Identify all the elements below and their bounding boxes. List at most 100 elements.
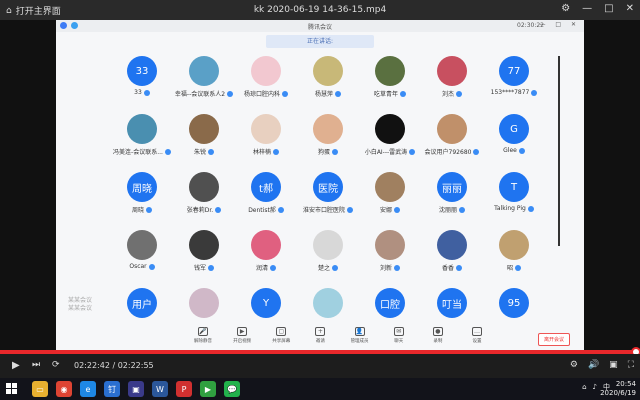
participant-tile[interactable]: 小白AI---雷武涛 [360,114,420,156]
fullscreen-icon[interactable]: ⛶ [628,360,634,370]
edge-icon[interactable]: e [80,381,96,397]
participant-tile[interactable]: 楚之 [298,230,358,272]
participant-tile[interactable]: 周晓 周晓 [112,172,172,214]
toolbar-button[interactable]: ✉ 聊天 [386,327,412,349]
avatar: Y [251,288,281,318]
participant-name: 张春莉Dr. [186,207,214,214]
settings-icon[interactable]: ⚙ [570,360,578,370]
participant-tile[interactable]: 会议用户792680 [422,114,482,156]
player-icon[interactable]: ▶ [200,381,216,397]
participant-tile[interactable]: 冯美连-会议联系... [112,114,172,156]
play-icon[interactable]: ▶ [12,360,20,371]
loop-icon[interactable]: ⟳ [52,360,60,370]
participant-tile[interactable]: Y [236,288,296,318]
participant-tile[interactable]: 口腔 [360,288,420,318]
camera-app-icon[interactable]: ▣ [128,381,144,397]
participant-name: 吃草青年 [373,91,398,98]
volume-icon[interactable]: 🔊 [588,360,599,370]
toolbar-button[interactable]: 🎤 解除静音 [190,327,216,349]
share-icon: ▢ [276,327,287,336]
participant-tile[interactable]: 昭 [484,230,544,272]
invite-icon: + [315,327,326,336]
avatar [375,56,405,86]
meeting-window: 腾讯会议 02:30:22 — □ ✕ 正在讲话: 33 33 幸福--会议联系人2… [56,20,584,350]
participant-tile[interactable]: G Glee [484,114,544,154]
meeting-window-controls[interactable]: — □ ✕ [539,21,580,28]
toolbar-button[interactable]: ▢ 共享屏幕 [268,327,294,349]
participant-tile[interactable]: 吃草青年 [360,56,420,98]
participant-tile[interactable]: 朱锐 [174,114,234,156]
participant-label: 杨慧萍 [298,89,358,98]
chrome-icon[interactable]: ◉ [56,381,72,397]
participant-tile[interactable]: 刘杰 [422,56,482,98]
participant-label: 小白AI---雷武涛 [360,147,420,156]
avatar [251,114,281,144]
wechat-icon[interactable]: 💬 [224,381,240,397]
participant-tile[interactable]: t郝 Dentist郝 [236,172,296,214]
participant-name: 安娜 [379,207,392,214]
grid-scrollbar[interactable] [558,56,560,246]
leave-meeting-button[interactable]: 离开会议 [538,333,570,346]
participant-tile[interactable]: 钱军 [174,230,234,272]
avatar [189,114,219,144]
menu-icon[interactable]: ⚙ [561,3,570,14]
participant-tile[interactable]: 77 153****7877 [484,56,544,96]
toolbar-button[interactable]: … 设置 [464,327,490,349]
mic-muted-icon [400,90,406,97]
windows-start-icon[interactable] [6,383,17,394]
toolbar-label: 邀请 [315,339,325,344]
maximize-icon[interactable]: □ [604,3,613,14]
participant-tile[interactable]: 用户 [112,288,172,318]
participant-tile[interactable]: 丽丽 沈丽丽 [422,172,482,214]
avatar [313,114,343,144]
participant-label: 淮安市口腔医院 [298,205,358,214]
toolbar-button[interactable]: + 邀请 [307,327,333,349]
app-icon[interactable]: 钉 [104,381,120,397]
participant-tile[interactable]: 33 33 [112,56,172,96]
screenshot-icon[interactable]: ▣ [609,360,618,370]
participant-label: 林梓楠 [236,147,296,156]
participant-tile[interactable] [174,288,234,318]
mic-muted-icon [459,206,465,213]
toolbar-label: 开启视频 [233,339,252,344]
volume-tray-icon[interactable]: ♪ [593,383,597,391]
participant-label: 33 [112,89,172,96]
participant-label: Oscar [112,263,172,270]
toolbar-button[interactable]: ● 录制 [425,327,451,349]
network-icon[interactable]: ⌂ [582,383,586,391]
avatar: 用户 [127,288,157,318]
participant-tile[interactable]: 张春莉Dr. [174,172,234,214]
participant-tile[interactable]: 医院 淮安市口腔医院 [298,172,358,214]
folder-icon[interactable]: ▭ [32,381,48,397]
avatar: 77 [499,56,529,86]
participant-tile[interactable]: 杨琼口腔内科 [236,56,296,98]
mic-muted-icon [164,148,171,155]
participant-tile[interactable]: 叮当 [422,288,482,318]
word-icon[interactable]: W [152,381,168,397]
members-icon: 👤 [354,327,365,336]
mic-muted-icon [456,90,462,97]
close-icon[interactable]: ✕ [626,3,634,14]
toolbar-button[interactable]: ▶ 开启视频 [229,327,255,349]
participant-tile[interactable]: T Talking Pig [484,172,544,212]
video-area[interactable]: 腾讯会议 02:30:22 — □ ✕ 正在讲话: 33 33 幸福--会议联系人2… [0,20,640,350]
participant-tile[interactable] [298,288,358,318]
pdf-icon[interactable]: P [176,381,192,397]
participant-tile[interactable]: 幸福--会议联系人2 [174,56,234,98]
minimize-icon[interactable]: — [582,3,592,14]
clock[interactable]: 20:54 2020/6/19 [600,380,636,398]
participant-tile[interactable]: 杨慧萍 [298,56,358,98]
participant-tile[interactable]: 润清 [236,230,296,272]
participant-tile[interactable]: 刘新 [360,230,420,272]
participant-tile[interactable]: 95 [484,288,544,318]
avatar [189,230,219,260]
participant-tile[interactable]: 林梓楠 [236,114,296,156]
next-icon[interactable]: ⏭ [32,360,40,370]
toolbar-button[interactable]: 👤 管理成员 [347,327,373,349]
mic-muted-icon [148,263,155,270]
participant-label: 钱军 [174,263,234,272]
participant-tile[interactable]: 香香 [422,230,482,272]
participant-tile[interactable]: 安娜 [360,172,420,214]
participant-tile[interactable]: Oscar [112,230,172,270]
participant-tile[interactable]: 狗蛋 [298,114,358,156]
